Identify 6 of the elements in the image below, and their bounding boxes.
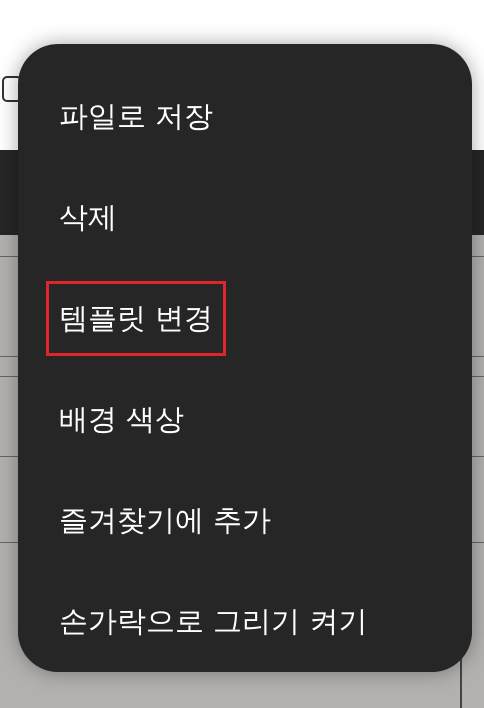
menu-item[interactable]: 배경 색상 [48,401,184,438]
menu-item[interactable]: 템플릿 변경 [46,281,226,356]
menu-item[interactable]: 즐겨찾기에 추가 [48,502,272,539]
menu-item[interactable]: 손가락으로 그리기 켜기 [48,603,368,640]
menu-item[interactable]: 파일로 저장 [48,98,214,135]
menu-item[interactable]: 삭제 [48,199,117,236]
